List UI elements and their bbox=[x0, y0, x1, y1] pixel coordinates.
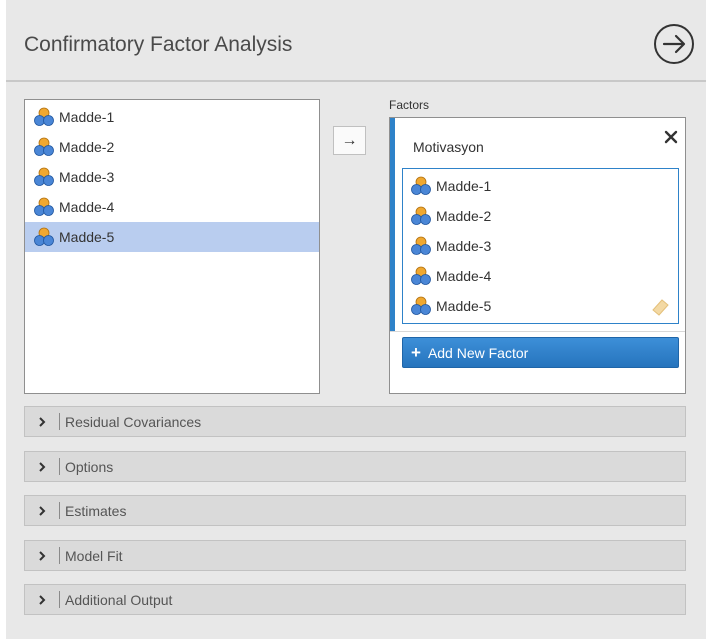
nominal-variable-icon bbox=[411, 176, 431, 196]
nominal-variable-icon bbox=[34, 227, 54, 247]
add-new-factor-label: Add New Factor bbox=[427, 344, 529, 361]
list-item[interactable]: Madde-4 bbox=[25, 192, 319, 222]
chevron-right-icon bbox=[25, 496, 59, 525]
section-residual-covariances[interactable]: Residual Covariances bbox=[24, 406, 686, 437]
factor-box: Motivasyon Madde-1 Madde-2 Madde-3 Madde… bbox=[390, 118, 685, 331]
factor-separator bbox=[390, 331, 685, 332]
list-item-selected[interactable]: Madde-5 bbox=[25, 222, 319, 252]
section-label: Estimates bbox=[65, 502, 127, 519]
variable-label: Madde-5 bbox=[436, 298, 492, 314]
section-divider bbox=[59, 547, 60, 564]
header-divider bbox=[6, 80, 706, 82]
section-options[interactable]: Options bbox=[24, 451, 686, 482]
list-item[interactable]: Madde-1 bbox=[25, 102, 319, 132]
analysis-header: Confirmatory Factor Analysis bbox=[6, 0, 706, 80]
variable-label: Madde-4 bbox=[436, 268, 492, 284]
variable-label: Madde-1 bbox=[436, 178, 492, 194]
section-divider bbox=[59, 591, 60, 608]
close-icon[interactable] bbox=[664, 130, 678, 144]
list-item[interactable]: Madde-2 bbox=[25, 132, 319, 162]
nominal-variable-icon bbox=[34, 137, 54, 157]
tag-icon bbox=[650, 297, 670, 317]
variable-label: Madde-5 bbox=[59, 229, 115, 245]
nominal-variable-icon bbox=[34, 197, 54, 217]
chevron-right-icon bbox=[25, 541, 59, 570]
chevron-right-icon bbox=[25, 407, 59, 436]
chevron-right-icon bbox=[25, 452, 59, 481]
list-item[interactable]: Madde-3 bbox=[25, 162, 319, 192]
section-model-fit[interactable]: Model Fit bbox=[24, 540, 686, 571]
section-divider bbox=[59, 502, 60, 519]
arrow-right-icon: → bbox=[341, 131, 358, 149]
nominal-variable-icon bbox=[34, 107, 54, 127]
left-strip bbox=[0, 0, 6, 639]
factor-name[interactable]: Motivasyon bbox=[413, 139, 484, 155]
nominal-variable-icon bbox=[411, 206, 431, 226]
run-arrow-icon[interactable] bbox=[652, 22, 696, 66]
list-item[interactable]: Madde-1 bbox=[403, 171, 678, 201]
variable-label: Madde-1 bbox=[59, 109, 115, 125]
variable-label: Madde-2 bbox=[59, 139, 115, 155]
move-to-factor-button[interactable]: → bbox=[333, 126, 366, 155]
section-additional-output[interactable]: Additional Output bbox=[24, 584, 686, 615]
chevron-right-icon bbox=[25, 585, 59, 614]
factors-panel: Motivasyon Madde-1 Madde-2 Madde-3 Madde… bbox=[389, 117, 686, 394]
list-item[interactable]: Madde-2 bbox=[403, 201, 678, 231]
nominal-variable-icon bbox=[411, 296, 431, 316]
section-estimates[interactable]: Estimates bbox=[24, 495, 686, 526]
variable-label: Madde-2 bbox=[436, 208, 492, 224]
analysis-title: Confirmatory Factor Analysis bbox=[24, 33, 293, 56]
variable-label: Madde-3 bbox=[59, 169, 115, 185]
nominal-variable-icon bbox=[411, 236, 431, 256]
list-item[interactable]: Madde-4 bbox=[403, 261, 678, 291]
section-label: Residual Covariances bbox=[65, 413, 202, 430]
nominal-variable-icon bbox=[411, 266, 431, 286]
available-variables-list[interactable]: Madde-1 Madde-2 Madde-3 Madde-4 Madde-5 bbox=[24, 99, 320, 394]
section-label: Options bbox=[65, 458, 114, 475]
section-divider bbox=[59, 413, 60, 430]
variable-label: Madde-3 bbox=[436, 238, 492, 254]
nominal-variable-icon bbox=[34, 167, 54, 187]
list-item[interactable]: Madde-5 bbox=[403, 291, 678, 321]
list-item[interactable]: Madde-3 bbox=[403, 231, 678, 261]
section-divider bbox=[59, 458, 60, 475]
add-new-factor-button[interactable]: + Add New Factor bbox=[402, 337, 679, 368]
factor-variables-list[interactable]: Madde-1 Madde-2 Madde-3 Madde-4 Madde-5 bbox=[402, 168, 679, 324]
variable-label: Madde-4 bbox=[59, 199, 115, 215]
section-label: Model Fit bbox=[65, 547, 123, 564]
factors-label: Factors bbox=[389, 98, 430, 112]
section-label: Additional Output bbox=[65, 591, 173, 608]
plus-icon: + bbox=[411, 343, 421, 362]
